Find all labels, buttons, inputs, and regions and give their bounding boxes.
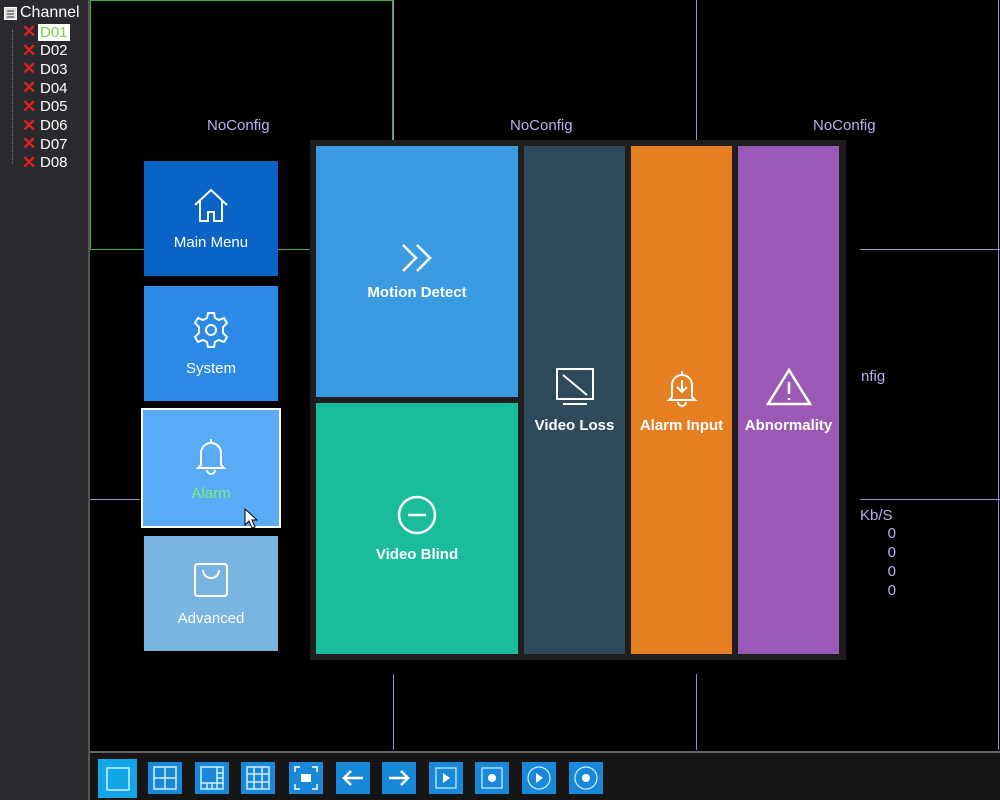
next-button[interactable]	[382, 762, 416, 794]
grid-divider	[696, 674, 697, 750]
single-view-icon	[105, 766, 130, 791]
offline-x-icon: ✕	[22, 96, 37, 116]
channel-label: D04	[40, 79, 68, 97]
channel-item[interactable]: ✕ D08	[22, 152, 70, 172]
channel-label: D06	[40, 117, 68, 134]
bottom-toolbar	[90, 751, 1000, 800]
channel-label: D08	[40, 154, 68, 172]
menu-advanced[interactable]: Advanced	[144, 536, 278, 651]
offline-x-icon: ✕	[22, 152, 37, 172]
channel-item[interactable]: ✕ D05	[22, 96, 70, 116]
quad-view-button[interactable]	[148, 762, 182, 794]
mouse-cursor-icon	[244, 508, 258, 529]
tree-line	[12, 30, 13, 164]
channel-label: D03	[40, 60, 68, 78]
bitrate-value: 0	[887, 563, 896, 580]
bell-download-icon	[666, 370, 697, 407]
6-split-view-icon	[200, 766, 224, 790]
warning-icon	[765, 367, 812, 405]
tile-abnormality[interactable]: Abnormality	[738, 146, 839, 654]
playback-icon	[435, 767, 457, 789]
home-icon	[194, 188, 228, 222]
channel-label: D07	[40, 135, 68, 153]
play-button[interactable]	[522, 762, 556, 794]
bag-icon	[194, 563, 228, 597]
grid-divider	[696, 0, 697, 140]
cell-status: NoConfig	[510, 117, 573, 134]
tile-video-blind[interactable]: Video Blind	[316, 403, 518, 654]
cell-status: NoConfig	[207, 117, 270, 134]
grid-divider	[393, 0, 394, 140]
channel-sidebar: Channel ✕ D01 ✕ D02 ✕ D03 ✕ D04 ✕ D05 ✕ D06 ✕ D07 ✕ D08	[0, 0, 90, 800]
offline-x-icon: ✕	[22, 59, 37, 79]
offline-x-icon: ✕	[22, 78, 37, 98]
6-split-view-button[interactable]	[195, 762, 229, 794]
previous-button[interactable]	[336, 762, 370, 794]
list-icon	[4, 6, 17, 20]
single-view-button[interactable]	[98, 759, 137, 798]
grid-divider	[998, 0, 999, 750]
channel-item[interactable]: ✕ D07	[22, 134, 70, 154]
channel-item[interactable]: ✕ D04	[22, 78, 70, 98]
monitor-slash-icon	[555, 367, 594, 405]
bitrate-value: 0	[887, 582, 896, 599]
record-icon	[481, 767, 503, 789]
bitrate-header: Kb/S	[860, 507, 893, 524]
minus-circle-icon	[397, 495, 437, 535]
gear-icon	[193, 312, 229, 348]
channel-label: D01	[38, 23, 70, 41]
bitrate-value: 0	[887, 544, 896, 561]
9-split-view-icon	[246, 766, 270, 790]
next-icon	[389, 770, 410, 786]
channel-header: Channel	[4, 4, 80, 22]
record-button[interactable]	[475, 762, 509, 794]
quad-view-icon	[153, 766, 177, 790]
offline-x-icon: ✕	[22, 22, 37, 41]
previous-icon	[342, 770, 363, 786]
playback-button[interactable]	[429, 762, 463, 794]
channel-item[interactable]: ✕ D01	[22, 22, 70, 41]
double-chevron-icon	[402, 244, 432, 272]
menu-alarm[interactable]: Alarm	[141, 408, 281, 528]
grid-divider	[860, 249, 1000, 250]
channel-label: D05	[40, 98, 68, 116]
cell-status: nfig	[861, 368, 886, 385]
tile-video-loss[interactable]: Video Loss	[524, 146, 625, 654]
channel-item[interactable]: ✕ D06	[22, 115, 70, 135]
grid-divider	[393, 674, 394, 750]
offline-x-icon: ✕	[22, 115, 37, 135]
bitrate-panel: Kb/S 0 0 0 0	[860, 507, 900, 600]
tile-alarm-input[interactable]: Alarm Input	[631, 146, 732, 654]
channel-label: D02	[40, 42, 68, 60]
grid-divider	[90, 499, 140, 500]
tile-motion-detect[interactable]: Motion Detect	[316, 146, 518, 397]
bell-icon	[195, 438, 227, 475]
play-icon	[527, 766, 551, 790]
offline-x-icon: ✕	[22, 40, 37, 60]
menu-main-menu[interactable]: Main Menu	[144, 161, 278, 276]
channel-item[interactable]: ✕ D03	[22, 59, 70, 79]
menu-system[interactable]: System	[144, 286, 278, 401]
fullscreen-icon	[294, 766, 318, 790]
cell-status: NoConfig	[813, 117, 876, 134]
channel-item[interactable]: ✕ D02	[22, 40, 70, 60]
offline-x-icon: ✕	[22, 134, 37, 154]
9-split-view-button[interactable]	[241, 762, 275, 794]
bitrate-value: 0	[887, 525, 896, 542]
fullscreen-button[interactable]	[289, 762, 323, 794]
record-circle-button[interactable]	[569, 762, 603, 794]
grid-divider	[860, 499, 1000, 500]
record-circle-icon	[574, 766, 598, 790]
